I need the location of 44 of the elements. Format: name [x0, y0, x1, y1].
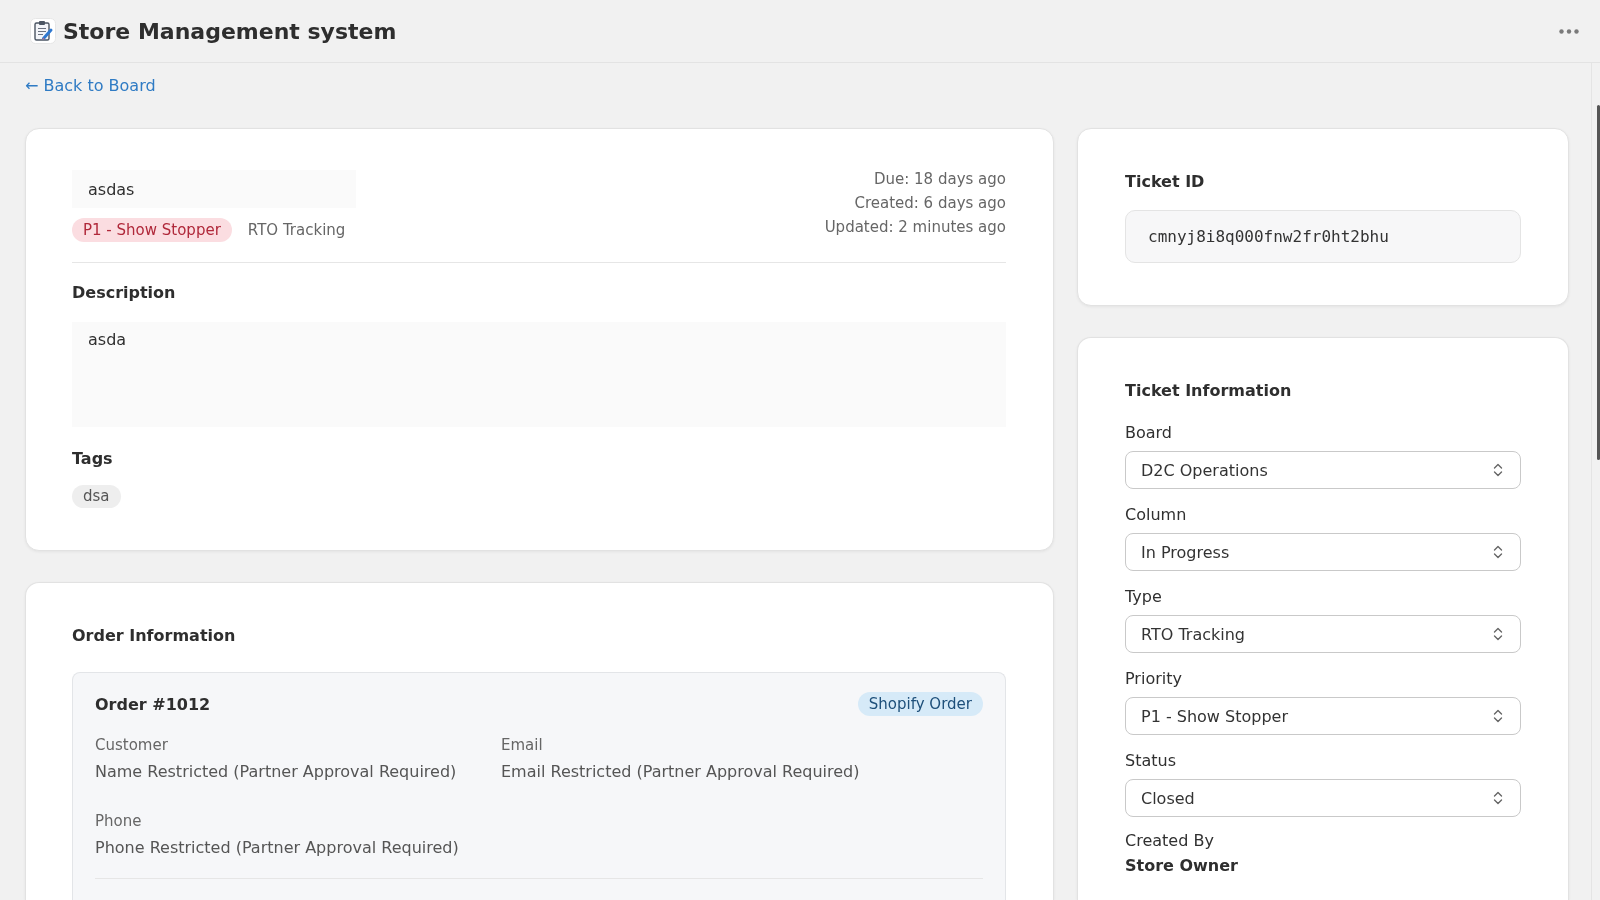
- chevron-up-down-icon: [1493, 544, 1503, 560]
- select-field[interactable]: RTO Tracking: [1125, 615, 1521, 653]
- field-value: Phone Restricted (Partner Approval Required): [95, 837, 460, 859]
- select-field[interactable]: D2C Operations: [1125, 451, 1521, 489]
- date-text: Due: 18 days ago: [872, 169, 1006, 190]
- field-value: Email Restricted (Partner Approval Required): [501, 761, 861, 783]
- order-title: Order #1012: [95, 694, 211, 714]
- select-field[interactable]: Closed: [1125, 779, 1521, 817]
- section-heading: Description: [72, 283, 177, 303]
- tag-chip: dsa: [72, 485, 121, 508]
- section-heading: Tags: [72, 449, 114, 469]
- ticket-id-value: cmnyj8i8q000fnw2fr0ht2bhu: [1125, 210, 1521, 263]
- type-label: RTO Tracking: [247, 221, 346, 239]
- select-field[interactable]: P1 - Show Stopper: [1125, 697, 1521, 735]
- field-label: Email: [501, 735, 544, 755]
- field-value: Store Owner: [1125, 856, 1239, 875]
- chevron-up-down-icon: [1493, 462, 1503, 478]
- back-link[interactable]: ← Back to Board: [25, 75, 156, 97]
- date-text: Updated: 2 minutes ago: [824, 217, 1006, 238]
- scrollbar-thumb[interactable]: [1597, 105, 1600, 460]
- field-label: Created By: [1125, 831, 1215, 850]
- priority-badge: P1 - Show Stopper: [72, 218, 232, 242]
- chevron-up-down-icon: [1493, 790, 1503, 806]
- select-field[interactable]: In Progress: [1125, 533, 1521, 571]
- more-icon[interactable]: [1559, 28, 1579, 34]
- select-label: Type: [1125, 587, 1163, 607]
- select-label: Board: [1125, 423, 1174, 443]
- section-heading: Ticket ID: [1125, 172, 1206, 192]
- chevron-up-down-icon: [1493, 708, 1503, 724]
- section-heading: Ticket Information: [1125, 381, 1293, 401]
- select-label: Status: [1125, 751, 1177, 771]
- date-text: Created: 6 days ago: [853, 193, 1006, 214]
- chevron-up-down-icon: [1493, 626, 1503, 642]
- field-value: Name Restricted (Partner Approval Required): [95, 761, 458, 783]
- source-badge: Shopify Order: [857, 692, 983, 716]
- title-input[interactable]: asdas: [72, 170, 356, 208]
- field-label: Customer: [95, 735, 169, 755]
- select-label: Priority: [1125, 669, 1183, 689]
- app-title: Store Management system: [63, 18, 397, 44]
- clipboard-pencil-icon: [30, 18, 56, 44]
- select-label: Column: [1125, 505, 1188, 525]
- description-field[interactable]: asda: [72, 322, 1006, 427]
- field-label: Phone: [95, 811, 143, 831]
- section-heading: Order Information: [72, 626, 237, 646]
